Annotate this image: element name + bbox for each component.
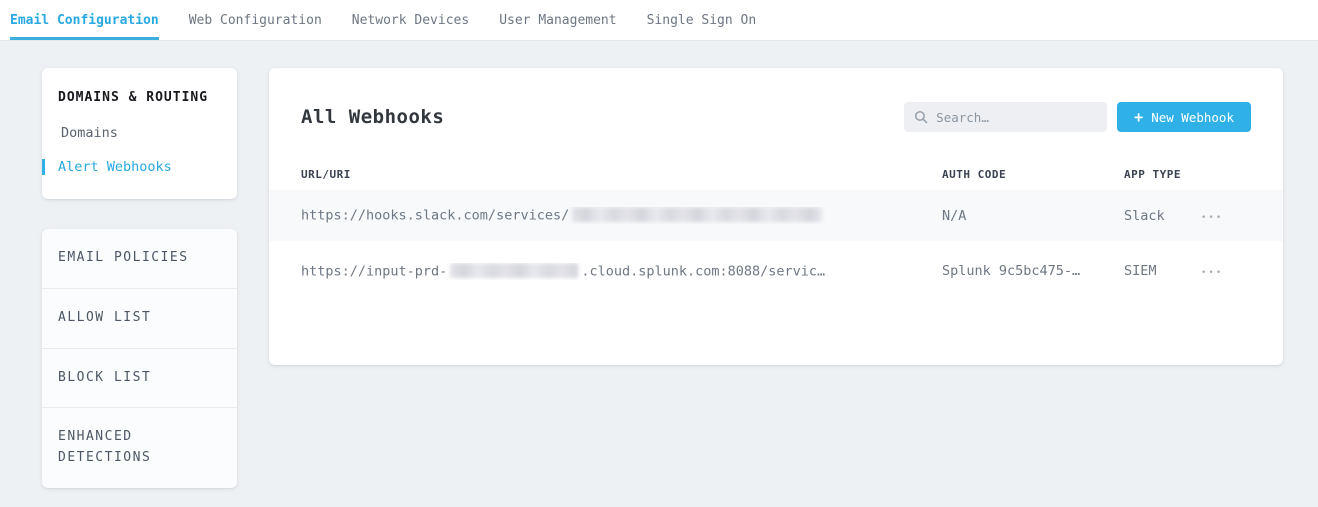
new-webhook-label: New Webhook — [1151, 110, 1234, 125]
plus-icon: + — [1134, 110, 1143, 125]
header-actions: + New Webhook — [904, 102, 1251, 132]
redacted-text — [572, 207, 822, 222]
tab-user-management[interactable]: User Management — [499, 0, 616, 40]
sidebar-item-allow-list[interactable]: ALLOW LIST — [42, 289, 237, 349]
row-actions: ••• — [1201, 263, 1251, 279]
tab-single-sign-on[interactable]: Single Sign On — [647, 0, 757, 40]
domains-routing-heading: DOMAINS & ROUTING — [42, 90, 237, 105]
webhook-app-type: SIEM — [1124, 263, 1201, 279]
column-header-app-type: APP TYPE — [1124, 168, 1201, 181]
sidebar-item-block-list[interactable]: BLOCK LIST — [42, 349, 237, 409]
webhook-app-type: Slack — [1124, 208, 1201, 224]
url-prefix: https://hooks.slack.com/services/ — [301, 208, 569, 224]
webhooks-panel: All Webhooks + New Webhook URL/URI AU — [269, 68, 1283, 365]
row-actions: ••• — [1201, 208, 1251, 224]
domains-routing-card: DOMAINS & ROUTING Domains Alert Webhooks — [42, 68, 237, 199]
top-nav: Email Configuration Web Configuration Ne… — [0, 0, 1318, 41]
search-input[interactable] — [936, 110, 1097, 125]
webhook-url: https://hooks.slack.com/services/ — [301, 207, 942, 224]
panel-header: All Webhooks + New Webhook — [269, 68, 1283, 158]
page-title: All Webhooks — [301, 106, 444, 128]
table-row: https://input-prd- .cloud.splunk.com:8088… — [269, 241, 1283, 301]
column-header-url: URL/URI — [301, 168, 942, 181]
page-content: DOMAINS & ROUTING Domains Alert Webhooks… — [0, 41, 1318, 488]
tab-network-devices[interactable]: Network Devices — [352, 0, 469, 40]
sidebar-item-domains[interactable]: Domains — [42, 125, 237, 141]
url-prefix: https://input-prd- — [301, 263, 447, 279]
table-header-row: URL/URI AUTH CODE APP TYPE — [269, 158, 1283, 190]
new-webhook-button[interactable]: + New Webhook — [1117, 102, 1251, 132]
sidebar-item-enhanced-detections[interactable]: ENHANCED DETECTIONS — [42, 408, 237, 488]
webhook-url: https://input-prd- .cloud.splunk.com:8088… — [301, 263, 942, 280]
search-icon — [914, 110, 928, 124]
tab-web-configuration[interactable]: Web Configuration — [189, 0, 322, 40]
policy-sections-card: EMAIL POLICIES ALLOW LIST BLOCK LIST ENH… — [42, 229, 237, 488]
row-actions-menu-icon[interactable]: ••• — [1201, 213, 1223, 223]
url-suffix: .cloud.splunk.com:8088/servic… — [581, 263, 825, 279]
tab-email-configuration[interactable]: Email Configuration — [10, 0, 159, 40]
redacted-text — [450, 263, 578, 278]
table-row: https://hooks.slack.com/services/ N/A Sl… — [269, 190, 1283, 241]
sidebar: DOMAINS & ROUTING Domains Alert Webhooks… — [42, 68, 237, 488]
webhooks-table: URL/URI AUTH CODE APP TYPE https://hooks… — [269, 158, 1283, 301]
webhook-auth-code: N/A — [942, 208, 1124, 224]
column-header-auth-code: AUTH CODE — [942, 168, 1124, 181]
search-box[interactable] — [904, 102, 1107, 132]
sidebar-item-alert-webhooks[interactable]: Alert Webhooks — [42, 159, 237, 175]
row-actions-menu-icon[interactable]: ••• — [1201, 268, 1223, 278]
sidebar-item-email-policies[interactable]: EMAIL POLICIES — [42, 229, 237, 289]
webhook-auth-code: Splunk 9c5bc475-… — [942, 263, 1124, 279]
